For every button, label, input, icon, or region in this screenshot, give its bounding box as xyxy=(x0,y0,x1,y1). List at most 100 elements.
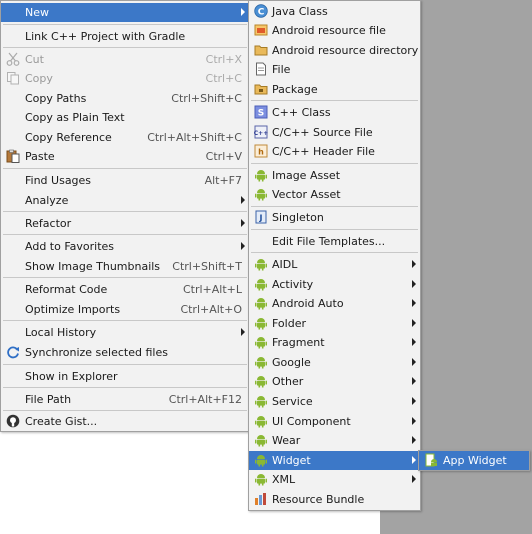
submenu-arrow-icon xyxy=(412,456,416,464)
android-icon xyxy=(255,170,267,182)
menu-item-local-history[interactable]: Local History xyxy=(1,323,249,342)
separator xyxy=(3,364,247,365)
submenu-arrow-icon xyxy=(241,8,245,16)
github-icon xyxy=(6,414,20,428)
menu-item-label: C/C++ Header File xyxy=(272,145,375,158)
widget-submenu: App Widget xyxy=(418,450,530,471)
android-icon xyxy=(255,435,267,447)
package-icon xyxy=(254,84,268,95)
menu-item-label: Android resource file xyxy=(272,24,386,37)
menu-item-label: Create Gist... xyxy=(25,415,98,428)
menu-item-show-in-explorer[interactable]: Show in Explorer xyxy=(1,367,249,386)
menu-item-label: Refactor xyxy=(25,217,72,230)
new-item-cpp-class[interactable]: S C++ Class xyxy=(249,103,420,122)
new-item-folder[interactable]: Folder xyxy=(249,314,420,333)
submenu-arrow-icon xyxy=(412,475,416,483)
separator xyxy=(3,277,247,278)
menu-item-synchronize[interactable]: Synchronize selected files xyxy=(1,343,249,362)
separator xyxy=(3,24,247,25)
android-icon xyxy=(255,279,267,291)
menu-item-create-gist[interactable]: Create Gist... xyxy=(1,412,249,431)
menu-item-label: Widget xyxy=(272,454,311,467)
new-item-vector-asset[interactable]: Vector Asset xyxy=(249,185,420,204)
new-item-android-resource-file[interactable]: Android resource file xyxy=(249,21,420,40)
menu-item-label: Local History xyxy=(25,326,97,339)
menu-item-link-cpp[interactable]: Link C++ Project with Gradle xyxy=(1,27,249,46)
separator xyxy=(251,229,418,230)
singleton-icon: J xyxy=(255,210,267,224)
menu-item-label: Folder xyxy=(272,317,306,330)
menu-item-add-to-favorites[interactable]: Add to Favorites xyxy=(1,237,249,256)
shortcut-label: Ctrl+X xyxy=(205,53,242,66)
new-item-ui-component[interactable]: UI Component xyxy=(249,412,420,431)
menu-item-label: Image Asset xyxy=(272,169,341,182)
separator xyxy=(251,163,418,164)
menu-item-label: Activity xyxy=(272,278,314,291)
new-item-fragment[interactable]: Fragment xyxy=(249,333,420,352)
menu-item-refactor[interactable]: Refactor xyxy=(1,214,249,233)
menu-item-new[interactable]: New xyxy=(1,3,249,22)
menu-item-copy-plain-text[interactable]: Copy as Plain Text xyxy=(1,108,249,127)
shortcut-label: Ctrl+C xyxy=(205,72,242,85)
svg-text:C++: C++ xyxy=(254,130,268,137)
android-icon xyxy=(255,298,267,310)
new-item-wear[interactable]: Wear xyxy=(249,431,420,450)
new-item-activity[interactable]: Activity xyxy=(249,275,420,294)
submenu-arrow-icon xyxy=(412,397,416,405)
menu-item-file-path[interactable]: File Path Ctrl+Alt+F12 xyxy=(1,390,249,409)
menu-item-reformat-code[interactable]: Reformat Code Ctrl+Alt+L xyxy=(1,280,249,299)
new-item-android-auto[interactable]: Android Auto xyxy=(249,294,420,313)
menu-item-label: Edit File Templates... xyxy=(272,235,386,248)
separator xyxy=(3,211,247,212)
new-item-xml[interactable]: XML xyxy=(249,470,420,489)
new-item-aidl[interactable]: AIDL xyxy=(249,255,420,274)
menu-item-label: Reformat Code xyxy=(25,283,108,296)
app-widget-icon xyxy=(425,453,437,467)
menu-item-copy[interactable]: Copy Ctrl+C xyxy=(1,69,249,88)
cpp-source-icon: C++ xyxy=(254,125,268,139)
submenu-arrow-icon xyxy=(412,436,416,444)
file-icon xyxy=(256,62,266,76)
new-item-google[interactable]: Google xyxy=(249,353,420,372)
menu-item-label: Copy xyxy=(25,72,53,85)
new-item-edit-file-templates[interactable]: Edit File Templates... xyxy=(249,232,420,251)
menu-item-label: Paste xyxy=(25,150,55,163)
separator xyxy=(251,252,418,253)
scissors-icon xyxy=(6,52,20,66)
menu-item-cut[interactable]: Cut Ctrl+X xyxy=(1,50,249,69)
menu-item-show-image-thumbnails[interactable]: Show Image Thumbnails Ctrl+Shift+T xyxy=(1,257,249,276)
submenu-arrow-icon xyxy=(412,280,416,288)
new-item-cpp-header-file[interactable]: h C/C++ Header File xyxy=(249,142,420,161)
menu-item-label: Resource Bundle xyxy=(272,493,365,506)
menu-item-paste[interactable]: Paste Ctrl+V xyxy=(1,147,249,166)
new-item-other[interactable]: Other xyxy=(249,372,420,391)
menu-item-label: Synchronize selected files xyxy=(25,346,168,359)
menu-item-copy-reference[interactable]: Copy Reference Ctrl+Alt+Shift+C xyxy=(1,128,249,147)
new-item-widget[interactable]: Widget xyxy=(249,451,420,470)
new-item-android-resource-directory[interactable]: Android resource directory xyxy=(249,41,420,60)
new-item-service[interactable]: Service xyxy=(249,392,420,411)
new-item-image-asset[interactable]: Image Asset xyxy=(249,166,420,185)
context-menu: New Link C++ Project with Gradle Cut Ctr… xyxy=(0,0,250,432)
separator xyxy=(3,234,247,235)
menu-item-label: Analyze xyxy=(25,194,69,207)
widget-item-app-widget[interactable]: App Widget xyxy=(419,451,529,470)
submenu-arrow-icon xyxy=(412,260,416,268)
new-item-cpp-source-file[interactable]: C++ C/C++ Source File xyxy=(249,123,420,142)
menu-item-find-usages[interactable]: Find Usages Alt+F7 xyxy=(1,171,249,190)
new-item-resource-bundle[interactable]: Resource Bundle xyxy=(249,490,420,509)
menu-item-label: Fragment xyxy=(272,336,325,349)
new-item-java-class[interactable]: C Java Class xyxy=(249,2,420,21)
new-item-file[interactable]: File xyxy=(249,60,420,79)
menu-item-optimize-imports[interactable]: Optimize Imports Ctrl+Alt+O xyxy=(1,300,249,319)
menu-item-label: Link C++ Project with Gradle xyxy=(25,30,186,43)
java-class-icon: C xyxy=(254,4,268,18)
menu-item-analyze[interactable]: Analyze xyxy=(1,191,249,210)
new-submenu: C Java Class Android resource file Andro… xyxy=(248,0,421,511)
separator xyxy=(3,387,247,388)
menu-item-copy-paths[interactable]: Copy Paths Ctrl+Shift+C xyxy=(1,89,249,108)
new-item-package[interactable]: Package xyxy=(249,80,420,99)
menu-item-label: File xyxy=(272,63,291,76)
submenu-arrow-icon xyxy=(412,338,416,346)
new-item-singleton[interactable]: J Singleton xyxy=(249,208,420,227)
